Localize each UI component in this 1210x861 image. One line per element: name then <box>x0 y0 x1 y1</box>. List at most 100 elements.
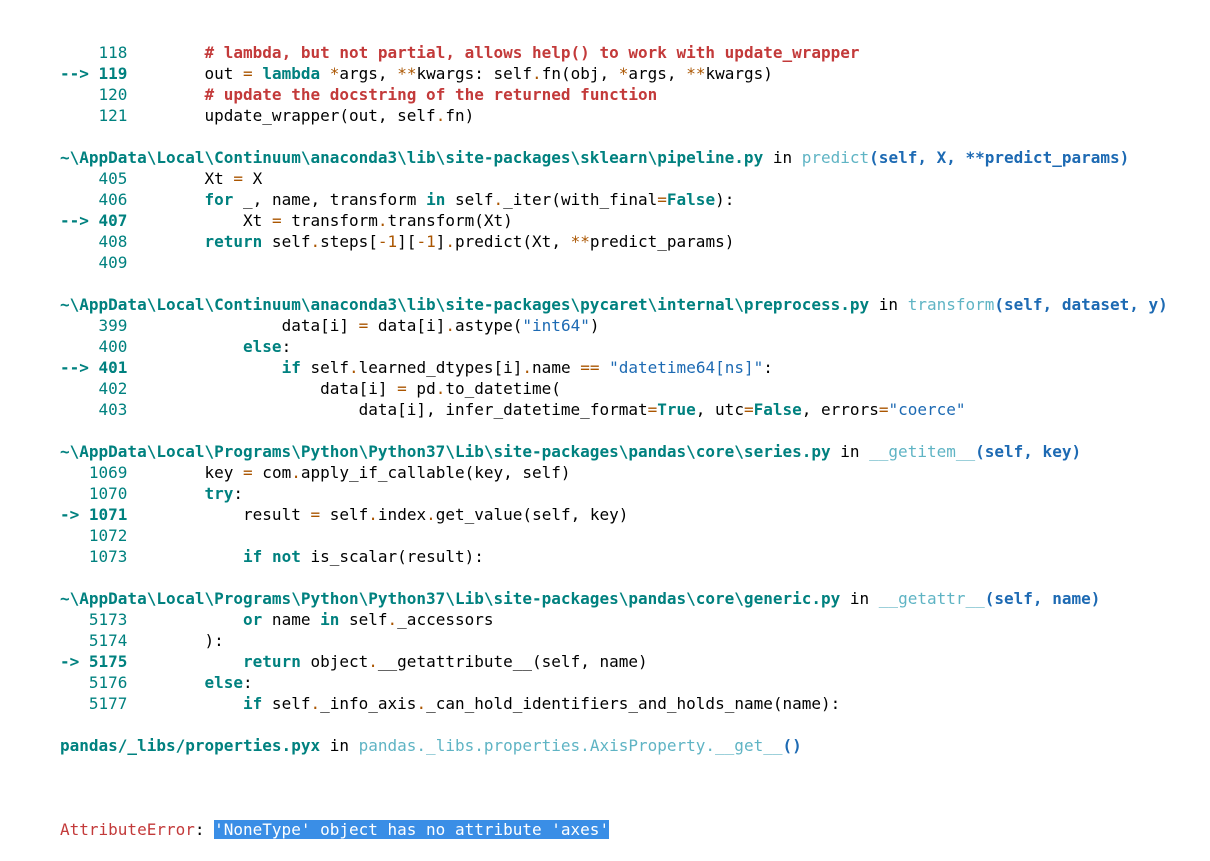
code-token: . <box>368 505 378 524</box>
frame-in-keyword: in <box>763 148 802 167</box>
frame-file-path: ~\AppData\Local\Programs\Python\Python37… <box>60 442 831 461</box>
code-token: ): <box>127 631 224 650</box>
code-token: predict(Xt, <box>454 232 571 251</box>
traceback-frame: pandas/_libs/properties.pyx in pandas._l… <box>60 735 1205 777</box>
code-token: , <box>377 64 398 83</box>
code-token: * <box>329 64 340 83</box>
line-marker <box>60 610 89 629</box>
frame-function-name: transform <box>907 295 995 314</box>
code-token: X <box>243 169 263 188</box>
code-token: steps[ <box>320 232 378 251</box>
code-token: . <box>291 463 301 482</box>
code-token: self <box>262 232 311 251</box>
code-token: ] <box>435 232 446 251</box>
code-token: = <box>647 400 658 419</box>
traceback-frame: ~\AppData\Local\Programs\Python\Python37… <box>60 441 1205 588</box>
code-token: = <box>233 169 244 188</box>
frame-header: ~\AppData\Local\Continuum\anaconda3\lib\… <box>60 147 1205 168</box>
frame-file-path: ~\AppData\Local\Continuum\anaconda3\lib\… <box>60 295 870 314</box>
code-token: , errors <box>801 400 879 419</box>
code-token: self <box>445 190 494 209</box>
frame-header: ~\AppData\Local\Continuum\anaconda3\lib\… <box>60 294 1205 315</box>
code-token: . <box>310 232 321 251</box>
code-token: . <box>349 358 359 377</box>
code-token: self <box>339 610 388 629</box>
line-number: 5173 <box>88 610 128 629</box>
line-number: 5176 <box>88 673 128 692</box>
line-marker <box>60 547 89 566</box>
error-separator: : <box>194 820 215 839</box>
line-marker <box>60 85 99 104</box>
code-token: data[i] <box>127 379 398 398</box>
code-token: . <box>445 232 455 251</box>
code-token: -1 <box>377 232 398 251</box>
code-line: 5173 or name in self._accessors <box>60 609 1205 630</box>
code-token: = <box>743 400 754 419</box>
code-token: ): <box>715 190 735 209</box>
code-token: else <box>204 673 244 692</box>
code-token: apply_if_callable(key, self) <box>300 463 571 482</box>
code-token: result <box>127 505 311 524</box>
frame-function-name: __getattr__ <box>878 589 985 608</box>
code-token: Xt <box>127 169 234 188</box>
frame-in-keyword: in <box>840 589 879 608</box>
traceback-frame: 118 # lambda, but not partial, allows he… <box>60 42 1205 147</box>
code-token: return <box>204 232 263 251</box>
code-token: ][ <box>397 232 417 251</box>
code-token: Xt <box>127 211 272 230</box>
code-token: key <box>127 463 244 482</box>
code-token: fn) <box>445 106 475 125</box>
line-number: 399 <box>98 316 128 335</box>
code-token: : <box>281 337 292 356</box>
code-line: 403 data[i], infer_datetime_format=True,… <box>60 399 1205 420</box>
frame-in-keyword: in <box>830 442 870 461</box>
code-line: 1072 <box>60 525 1205 546</box>
line-number: 405 <box>98 169 128 188</box>
line-marker <box>60 337 99 356</box>
code-token: . <box>532 64 542 83</box>
code-token: ** <box>570 232 590 251</box>
code-token: transform <box>281 211 378 230</box>
code-token: for <box>204 190 234 209</box>
frame-in-keyword: in <box>320 736 359 755</box>
code-token: pd <box>406 379 436 398</box>
code-token: . <box>377 211 388 230</box>
code-token: data[i] <box>127 316 359 335</box>
code-token: ) <box>589 316 600 335</box>
line-marker <box>60 526 89 545</box>
line-marker <box>60 400 99 419</box>
code-line: 409 <box>60 252 1205 273</box>
code-token: "datetime64[ns]" <box>609 358 764 377</box>
code-token: self <box>300 358 349 377</box>
current-code-line: --> 119 out = lambda *args, **kwargs: se… <box>60 63 1205 84</box>
code-token: . <box>310 694 321 713</box>
error-message[interactable]: 'NoneType' object has no attribute 'axes… <box>214 820 610 839</box>
code-token: . <box>426 505 436 524</box>
code-token: False <box>753 400 802 419</box>
code-line: 5176 else: <box>60 672 1205 693</box>
code-token: lambda <box>262 64 321 83</box>
code-token: object <box>300 652 369 671</box>
code-token: kwargs <box>416 64 475 83</box>
line-marker: --> <box>60 211 99 230</box>
line-number: 120 <box>98 85 128 104</box>
code-token: index <box>377 505 427 524</box>
code-token: . <box>368 652 378 671</box>
line-number: 407 <box>98 211 128 230</box>
line-marker <box>60 253 99 272</box>
code-token: = <box>271 211 282 230</box>
line-number: 5174 <box>88 631 128 650</box>
code-line: 1069 key = com.apply_if_callable(key, se… <box>60 462 1205 483</box>
frame-file-path: ~\AppData\Local\Continuum\anaconda3\lib\… <box>60 148 764 167</box>
line-number: 5177 <box>88 694 128 713</box>
line-marker <box>60 631 89 650</box>
code-token: update_wrapper(out, self <box>127 106 436 125</box>
code-token: data[i] <box>368 316 446 335</box>
